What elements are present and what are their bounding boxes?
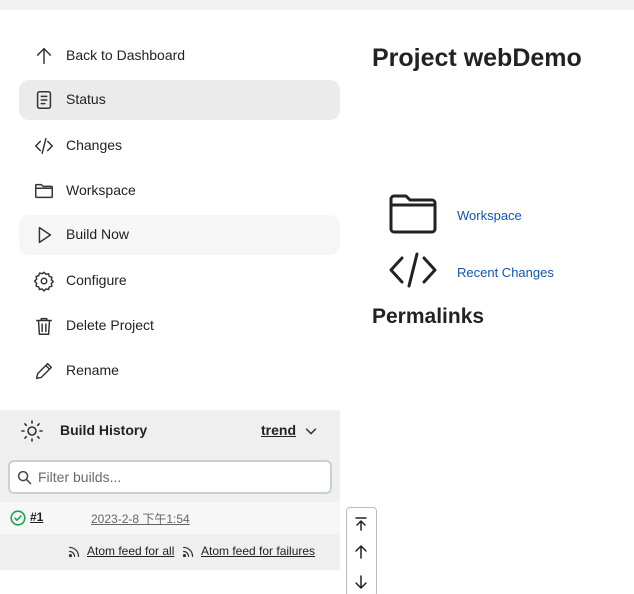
scroll-to-top-icon xyxy=(355,517,367,531)
main-link-recent-changes[interactable]: Recent Changes xyxy=(388,248,628,292)
build-row: #1 2023-2-8 下午1:54 xyxy=(0,502,340,534)
scroll-top-button[interactable] xyxy=(347,510,375,538)
search-icon xyxy=(17,470,32,485)
sidebar-item-changes[interactable]: Changes xyxy=(19,126,340,166)
play-icon xyxy=(32,223,56,247)
sidebar-item-label: Rename xyxy=(66,362,119,378)
sidebar-item-back-to-dashboard[interactable]: Back to Dashboard xyxy=(19,36,340,76)
trend-link[interactable]: trend xyxy=(261,422,296,438)
sidebar-item-label: Build Now xyxy=(66,226,130,242)
gear-icon xyxy=(32,269,56,293)
document-icon xyxy=(32,88,56,112)
main-link-label[interactable]: Recent Changes xyxy=(457,265,554,280)
sidebar-item-status[interactable]: Status xyxy=(19,80,340,120)
filter-builds-input[interactable] xyxy=(38,466,318,488)
top-bar xyxy=(0,0,634,10)
filter-builds-box[interactable] xyxy=(8,460,332,494)
pencil-icon xyxy=(32,359,56,383)
folder-icon xyxy=(389,194,437,234)
page-title: Project webDemo xyxy=(372,44,582,72)
scroll-up-button[interactable] xyxy=(347,538,375,566)
sidebar-item-label: Back to Dashboard xyxy=(66,47,186,63)
sidebar-item-label: Status xyxy=(66,91,106,107)
rss-icon xyxy=(182,546,194,557)
sidebar-item-configure[interactable]: Configure xyxy=(19,261,340,301)
main-link-workspace[interactable]: Workspace xyxy=(388,192,628,236)
sidebar-item-label: Changes xyxy=(66,137,123,153)
atom-feed-all-link[interactable]: Atom feed for all xyxy=(68,544,174,558)
build-number-link[interactable]: #1 xyxy=(30,510,43,524)
sidebar-item-label: Configure xyxy=(66,272,127,288)
code-icon xyxy=(32,134,56,158)
trash-icon xyxy=(32,314,56,338)
main-link-label[interactable]: Workspace xyxy=(457,208,522,223)
atom-feed-all-label: Atom feed for all xyxy=(87,544,175,558)
sidebar-item-rename[interactable]: Rename xyxy=(19,351,340,391)
weather-sun-icon xyxy=(21,420,43,442)
sidebar-item-label: Delete Project xyxy=(66,317,154,333)
chevron-down-icon[interactable] xyxy=(304,424,318,438)
arrow-down-icon xyxy=(355,575,367,589)
arrow-up-icon xyxy=(32,44,56,68)
atom-feed-failures-label: Atom feed for failures xyxy=(201,544,316,558)
sidebar-item-build-now[interactable]: Build Now xyxy=(19,215,340,255)
sidebar-item-workspace[interactable]: Workspace xyxy=(19,171,340,211)
sidebar-item-delete-project[interactable]: Delete Project xyxy=(19,306,340,346)
rss-icon xyxy=(68,546,80,557)
filter-container xyxy=(0,452,340,502)
success-check-icon xyxy=(10,510,26,526)
build-date-link[interactable]: 2023-2-8 下午1:54 xyxy=(91,510,190,527)
scroll-down-button[interactable] xyxy=(347,568,375,594)
folder-icon xyxy=(32,179,56,203)
atom-feed-failures-link[interactable]: Atom feed for failures xyxy=(182,544,315,558)
code-icon xyxy=(389,252,437,288)
permalinks-heading: Permalinks xyxy=(372,305,485,328)
sidebar-item-label: Workspace xyxy=(66,182,136,198)
arrow-up-icon xyxy=(355,545,367,559)
build-history-header: Build History trend xyxy=(0,410,340,452)
scroll-controls xyxy=(346,507,377,594)
build-history-title: Build History xyxy=(60,422,148,438)
feeds-bar: Atom feed for all Atom feed for failures xyxy=(0,534,340,570)
